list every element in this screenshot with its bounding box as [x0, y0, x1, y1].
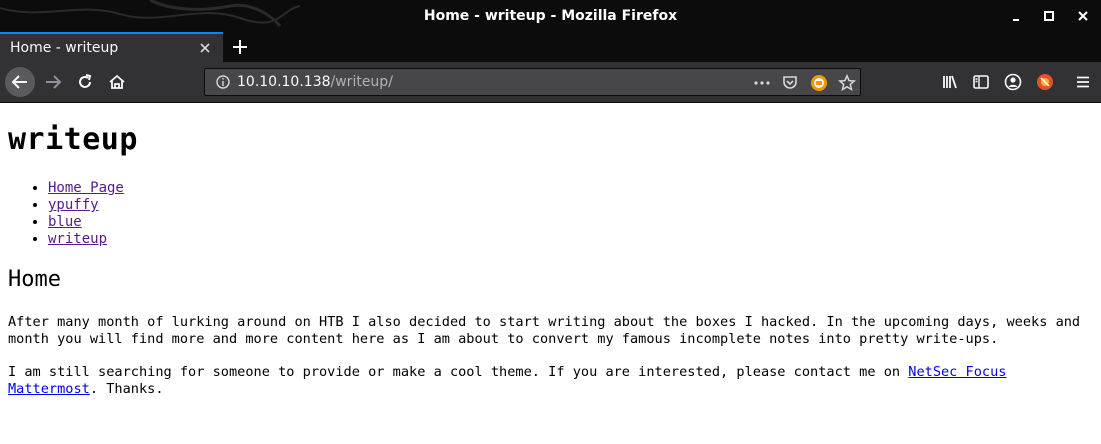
- paragraph-text-after: . Thanks.: [89, 381, 164, 397]
- page-heading: Home: [8, 267, 61, 292]
- maximize-icon[interactable]: [1040, 7, 1058, 25]
- list-item: blue: [48, 214, 124, 231]
- new-tab-icon[interactable]: [231, 38, 249, 56]
- nav-link-home-page[interactable]: Home Page: [48, 180, 124, 196]
- url-host: 10.10.10.138: [237, 74, 331, 90]
- nav-link-blue[interactable]: blue: [48, 214, 82, 230]
- page-content: writeup Home Page ypuffy blue writeup Ho…: [0, 103, 1101, 444]
- reload-icon[interactable]: [76, 73, 94, 91]
- sidebar-icon[interactable]: [972, 73, 990, 91]
- tab-label: Home - writeup: [10, 40, 119, 56]
- account-icon[interactable]: [1004, 73, 1022, 91]
- site-title: writeup: [8, 122, 138, 157]
- paragraph-text-before: I am still searching for someone to prov…: [8, 364, 909, 380]
- theme-request-paragraph: I am still searching for someone to prov…: [8, 364, 1088, 398]
- close-window-icon[interactable]: [1074, 7, 1092, 25]
- intro-paragraph: After many month of lurking around on HT…: [8, 314, 1081, 347]
- star-icon[interactable]: [838, 74, 856, 92]
- window-titlebar: Home - writeup - Mozilla Firefox: [0, 0, 1101, 32]
- site-nav-list: Home Page ypuffy blue writeup: [8, 180, 124, 248]
- url-path: /writeup/: [330, 74, 393, 90]
- url-bar[interactable]: 10.10.10.138/writeup/: [204, 68, 861, 96]
- list-item: ypuffy: [48, 197, 124, 214]
- pocket-icon[interactable]: [781, 74, 799, 92]
- info-icon[interactable]: [215, 74, 231, 90]
- back-arrow-icon[interactable]: [5, 67, 35, 97]
- home-icon[interactable]: [108, 73, 126, 91]
- url-text[interactable]: 10.10.10.138/writeup/: [237, 69, 393, 95]
- tab-home-writeup[interactable]: Home - writeup: [0, 32, 223, 62]
- nav-link-ypuffy[interactable]: ypuffy: [48, 197, 99, 213]
- more-dots-icon[interactable]: [753, 74, 771, 92]
- list-item: writeup: [48, 231, 124, 248]
- window-title: Home - writeup - Mozilla Firefox: [423, 8, 678, 24]
- addon-icon[interactable]: [1036, 73, 1054, 91]
- tab-close-icon[interactable]: [197, 40, 213, 56]
- extension-icon[interactable]: [810, 74, 828, 92]
- navigation-toolbar: 10.10.10.138/writeup/: [0, 62, 1101, 103]
- minimize-icon[interactable]: [1007, 7, 1025, 25]
- tab-strip: Home - writeup: [0, 32, 1101, 62]
- library-icon[interactable]: [941, 73, 959, 91]
- forward-arrow-icon[interactable]: [44, 73, 62, 91]
- list-item: Home Page: [48, 180, 124, 197]
- nav-link-writeup[interactable]: writeup: [48, 231, 107, 247]
- hamburger-menu-icon[interactable]: [1074, 73, 1092, 91]
